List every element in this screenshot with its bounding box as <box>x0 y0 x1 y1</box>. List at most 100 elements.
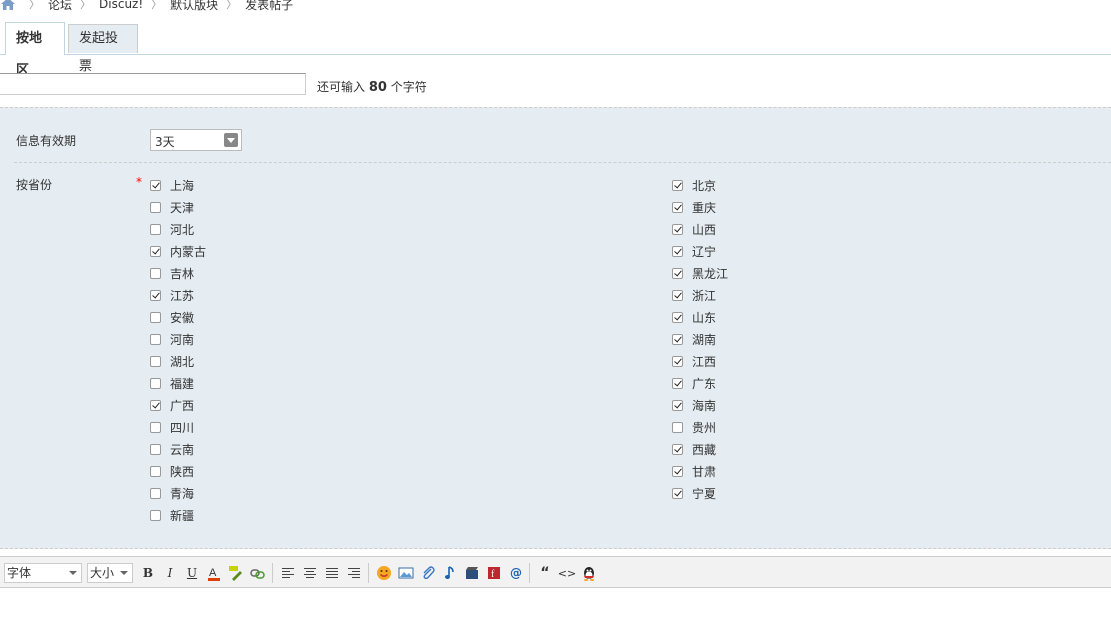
bold-button[interactable]: B <box>139 564 157 582</box>
province-checkbox[interactable] <box>672 465 683 477</box>
province-checkbox[interactable] <box>672 399 683 411</box>
align-center-button[interactable] <box>301 564 319 582</box>
attachment-button[interactable] <box>419 564 437 582</box>
province-checkbox[interactable] <box>150 377 161 389</box>
province-label: 北京 <box>692 178 717 193</box>
province-option[interactable]: 宁夏 <box>672 483 716 503</box>
province-checkbox[interactable] <box>150 311 161 323</box>
province-checkbox[interactable] <box>150 509 161 521</box>
province-option[interactable]: 河南 <box>150 329 194 349</box>
province-checkbox[interactable] <box>150 421 161 433</box>
link-button[interactable] <box>249 564 267 582</box>
province-checkbox[interactable] <box>672 311 683 323</box>
province-checkbox[interactable] <box>150 333 161 345</box>
size-select[interactable]: 大小 <box>87 563 133 583</box>
province-checkbox[interactable] <box>672 333 683 345</box>
province-checkbox[interactable] <box>150 465 161 477</box>
province-checkbox[interactable] <box>672 245 683 257</box>
expiry-selected: 3天 <box>155 135 175 149</box>
province-option[interactable]: 上海 <box>150 175 194 195</box>
province-checkbox[interactable] <box>672 289 683 301</box>
province-option[interactable]: 北京 <box>672 175 716 195</box>
province-checkbox[interactable] <box>150 267 161 279</box>
province-option[interactable]: 天津 <box>150 197 194 217</box>
province-option[interactable]: 福建 <box>150 373 194 393</box>
province-option[interactable]: 广东 <box>672 373 716 393</box>
breadcrumb-forum[interactable]: 论坛 <box>48 0 72 13</box>
province-checkbox[interactable] <box>672 201 683 213</box>
qq-button[interactable] <box>580 564 598 582</box>
province-checkbox[interactable] <box>672 223 683 235</box>
province-option[interactable]: 海南 <box>672 395 716 415</box>
province-checkbox[interactable] <box>150 179 161 191</box>
province-option[interactable]: 辽宁 <box>672 241 716 261</box>
tab-start-poll[interactable]: 发起投票 <box>68 24 138 74</box>
audio-button[interactable] <box>441 564 459 582</box>
mention-button[interactable]: @ <box>507 564 525 582</box>
province-checkbox[interactable] <box>672 487 683 499</box>
province-option[interactable]: 江苏 <box>150 285 194 305</box>
code-button[interactable]: <> <box>558 564 576 582</box>
tab-by-region[interactable]: 按地区 <box>5 22 65 78</box>
font-select[interactable]: 字体 <box>4 563 82 583</box>
province-label: 黑龙江 <box>692 266 729 281</box>
quote-button[interactable]: “ <box>536 564 554 582</box>
province-checkbox[interactable] <box>150 201 161 213</box>
province-checkbox[interactable] <box>150 487 161 499</box>
province-option[interactable]: 贵州 <box>672 417 716 437</box>
province-checkbox[interactable] <box>672 267 683 279</box>
home-icon[interactable] <box>1 0 15 10</box>
province-option[interactable]: 安徽 <box>150 307 194 327</box>
align-left-button[interactable] <box>279 564 297 582</box>
province-checkbox[interactable] <box>672 443 683 455</box>
province-checkbox[interactable] <box>150 245 161 257</box>
align-right-button[interactable] <box>345 564 363 582</box>
province-option[interactable]: 甘肃 <box>672 461 716 481</box>
province-checkbox[interactable] <box>672 421 683 433</box>
image-button[interactable] <box>397 564 415 582</box>
province-option[interactable]: 青海 <box>150 483 194 503</box>
province-option[interactable]: 吉林 <box>150 263 194 283</box>
province-checkbox[interactable] <box>150 355 161 367</box>
province-option[interactable]: 重庆 <box>672 197 716 217</box>
expiry-select[interactable]: 3天 <box>150 129 242 151</box>
province-option[interactable]: 陕西 <box>150 461 194 481</box>
province-checkbox[interactable] <box>150 289 161 301</box>
province-option[interactable]: 广西 <box>150 395 194 415</box>
flash-button[interactable]: f <box>485 564 503 582</box>
province-checkbox[interactable] <box>150 443 161 455</box>
chevron-down-icon[interactable] <box>224 133 238 147</box>
hint-prefix: 还可输入 <box>317 80 366 94</box>
province-option[interactable]: 四川 <box>150 417 194 437</box>
province-option[interactable]: 湖北 <box>150 351 194 371</box>
province-option[interactable]: 山西 <box>672 219 716 239</box>
province-option[interactable]: 内蒙古 <box>150 241 206 261</box>
breadcrumb-site[interactable]: Discuz! <box>99 0 143 11</box>
province-option[interactable]: 湖南 <box>672 329 716 349</box>
emoji-button[interactable] <box>375 564 393 582</box>
flash-icon: f <box>488 567 500 580</box>
province-option[interactable]: 云南 <box>150 439 194 459</box>
province-option[interactable]: 浙江 <box>672 285 716 305</box>
province-option[interactable]: 黑龙江 <box>672 263 728 283</box>
subject-input[interactable] <box>0 73 306 95</box>
province-checkbox[interactable] <box>672 355 683 367</box>
video-button[interactable] <box>463 564 481 582</box>
breadcrumb-board[interactable]: 默认版块 <box>170 0 218 13</box>
province-option[interactable]: 江西 <box>672 351 716 371</box>
align-justify-icon <box>326 566 338 580</box>
italic-button[interactable]: I <box>161 564 179 582</box>
align-justify-button[interactable] <box>323 564 341 582</box>
province-option[interactable]: 河北 <box>150 219 194 239</box>
province-option[interactable]: 新疆 <box>150 505 194 525</box>
province-option[interactable]: 西藏 <box>672 439 716 459</box>
province-checkbox[interactable] <box>150 399 161 411</box>
text-color-button[interactable]: A <box>205 564 223 582</box>
province-option[interactable]: 山东 <box>672 307 716 327</box>
province-label: 宁夏 <box>692 486 717 501</box>
province-checkbox[interactable] <box>150 223 161 235</box>
background-color-button[interactable] <box>227 564 245 582</box>
province-checkbox[interactable] <box>672 179 683 191</box>
province-checkbox[interactable] <box>672 377 683 389</box>
underline-button[interactable]: U <box>183 564 201 582</box>
